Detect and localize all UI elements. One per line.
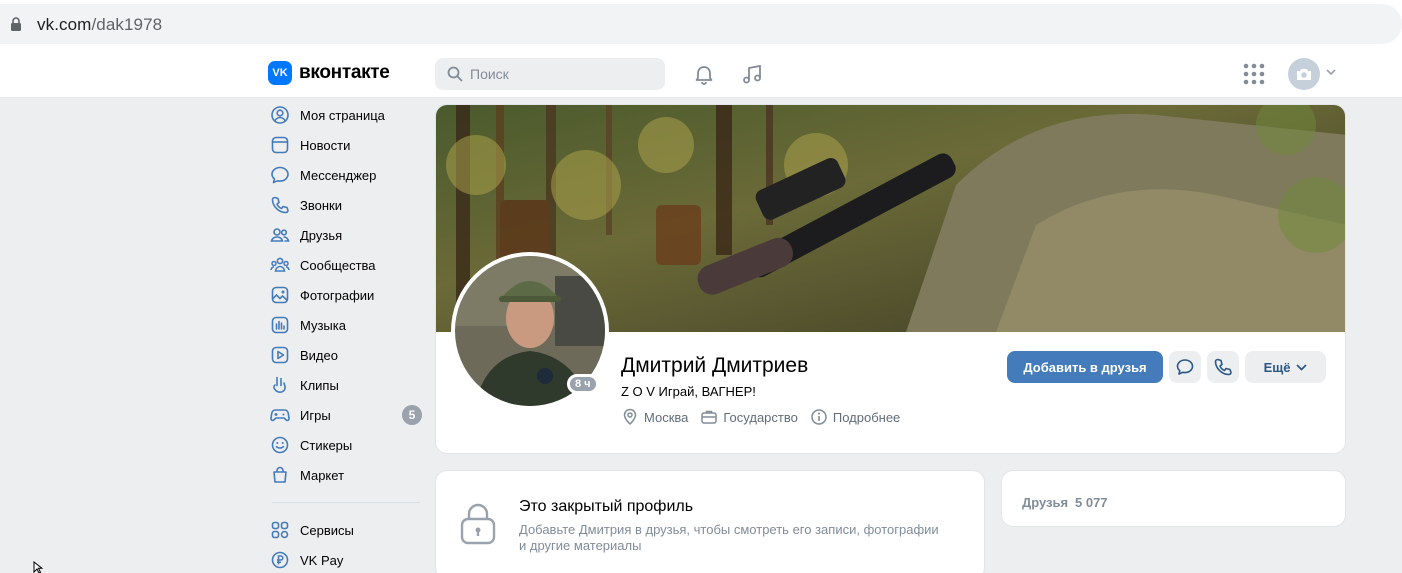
closed-profile-title: Это закрытый профиль: [519, 498, 694, 515]
search-icon: [447, 66, 463, 82]
nav-item-music[interactable]: Музыка: [268, 310, 428, 340]
video-icon: [271, 346, 289, 364]
nav-item-video[interactable]: Видео: [268, 340, 428, 370]
nav-item-communities[interactable]: Сообщества: [268, 250, 428, 280]
chevron-down-icon[interactable]: [1326, 68, 1336, 76]
vkpay-icon: [271, 551, 289, 569]
music-note-icon[interactable]: [740, 62, 764, 86]
nav-item-stickers[interactable]: Стикеры: [268, 430, 428, 460]
stickers-icon: [271, 436, 289, 454]
mouse-cursor-icon: [33, 561, 43, 573]
nav-label: Клипы: [300, 377, 339, 393]
vk-header: VK вконтакте: [0, 48, 1402, 98]
briefcase-icon: [701, 410, 718, 424]
profile-meta: Москва Государство Подробнее: [621, 408, 912, 426]
info-icon: [811, 409, 827, 425]
profile-work-text: Государство: [723, 409, 798, 425]
call-button[interactable]: [1207, 351, 1239, 383]
nav-item-calls[interactable]: Звонки: [268, 190, 428, 220]
games-icon: [270, 409, 290, 422]
nav-label: Моя страница: [300, 107, 385, 123]
nav-label: Музыка: [300, 317, 346, 333]
url-field[interactable]: vk.com/dak1978: [0, 4, 1402, 44]
friends-count: 5 077: [1075, 495, 1108, 510]
vk-logo[interactable]: VK вконтакте: [268, 61, 390, 85]
profile-details-link[interactable]: Подробнее: [810, 408, 900, 426]
nav-label: Видео: [300, 347, 338, 363]
chevron-down-icon: [1296, 364, 1308, 371]
clips-icon: [273, 376, 286, 393]
url-host: vk.com: [37, 15, 92, 34]
nav-label: Мессенджер: [300, 167, 377, 183]
nav-label: Новости: [300, 137, 351, 153]
url-text: vk.com/dak1978: [37, 15, 162, 35]
nav-label: Сообщества: [300, 257, 376, 273]
nav-divider: [272, 502, 420, 503]
lock-icon: [11, 17, 21, 31]
search-input[interactable]: [470, 66, 650, 82]
more-button[interactable]: Ещё: [1245, 351, 1326, 383]
market-icon: [273, 466, 287, 483]
photos-icon: [271, 286, 289, 304]
nav-label: Маркет: [300, 467, 345, 483]
nav-label: VK Pay: [300, 552, 344, 568]
friends-icon: [270, 228, 290, 242]
last-seen-badge: 8 ч: [567, 374, 599, 394]
notifications-bell-icon[interactable]: [692, 62, 716, 86]
user-circle-icon: [271, 106, 289, 124]
profile-work: Государство: [700, 408, 798, 426]
closed-profile-card: Это закрытый профиль Добавьте Дмитрия в …: [435, 470, 985, 573]
nav-item-photos[interactable]: Фотографии: [268, 280, 428, 310]
profile-status: Z O V Играй, ВАГНЕР!: [621, 384, 756, 399]
nav-item-news[interactable]: Новости: [268, 130, 428, 160]
nav-label: Фотографии: [300, 287, 375, 303]
games-count-badge: 5: [402, 405, 422, 425]
user-avatar-button[interactable]: [1288, 58, 1320, 90]
phone-icon: [271, 196, 289, 214]
left-nav: Моя страница Новости Мессенджер Звонки Д…: [268, 100, 428, 573]
nav-label: Друзья: [300, 227, 343, 243]
communities-icon: [270, 257, 290, 272]
vk-logo-text: вконтакте: [299, 62, 390, 83]
nav-label: Звонки: [300, 197, 342, 213]
browser-address-bar: vk.com/dak1978: [0, 0, 1402, 48]
profile-details-text: Подробнее: [832, 409, 901, 425]
profile-name: Дмитрий Дмитриев: [621, 354, 809, 377]
nav-item-friends[interactable]: Друзья: [268, 220, 428, 250]
nav-item-market[interactable]: Маркет: [268, 460, 428, 490]
message-button[interactable]: [1169, 351, 1201, 383]
search-box[interactable]: [435, 58, 665, 90]
friends-card[interactable]: Друзья 5 077: [1001, 470, 1346, 527]
nav-item-services[interactable]: Сервисы: [268, 515, 428, 545]
nav-item-vkpay[interactable]: VK Pay: [268, 545, 428, 573]
friends-label: Друзья: [1022, 495, 1069, 510]
services-icon: [271, 521, 289, 539]
location-pin-icon: [623, 408, 637, 426]
nav-label: Стикеры: [300, 437, 353, 453]
nav-item-my-page[interactable]: Моя страница: [268, 100, 428, 130]
profile-city: Москва: [621, 408, 688, 426]
nav-item-clips[interactable]: Клипы: [268, 370, 428, 400]
more-button-label: Ещё: [1263, 359, 1291, 375]
vk-logo-icon: VK: [268, 61, 292, 85]
closed-profile-text: Добавьте Дмитрия в друзья, чтобы смотрет…: [519, 522, 939, 553]
message-icon: [271, 166, 289, 184]
lock-icon: [460, 503, 496, 545]
camera-icon: [1297, 69, 1311, 80]
music-icon: [271, 316, 289, 334]
url-path: /dak1978: [91, 15, 163, 34]
newsfeed-icon: [271, 136, 289, 154]
profile-city-text: Москва: [644, 409, 689, 425]
nav-item-messenger[interactable]: Мессенджер: [268, 160, 428, 190]
add-friend-button[interactable]: Добавить в друзья: [1007, 351, 1163, 383]
apps-grid-icon[interactable]: [1243, 63, 1265, 85]
nav-label: Игры: [300, 407, 331, 423]
nav-label: Сервисы: [300, 522, 354, 538]
nav-item-games[interactable]: Игры 5: [268, 400, 428, 430]
phone-icon: [1214, 358, 1232, 376]
message-bubble-icon: [1176, 359, 1194, 375]
